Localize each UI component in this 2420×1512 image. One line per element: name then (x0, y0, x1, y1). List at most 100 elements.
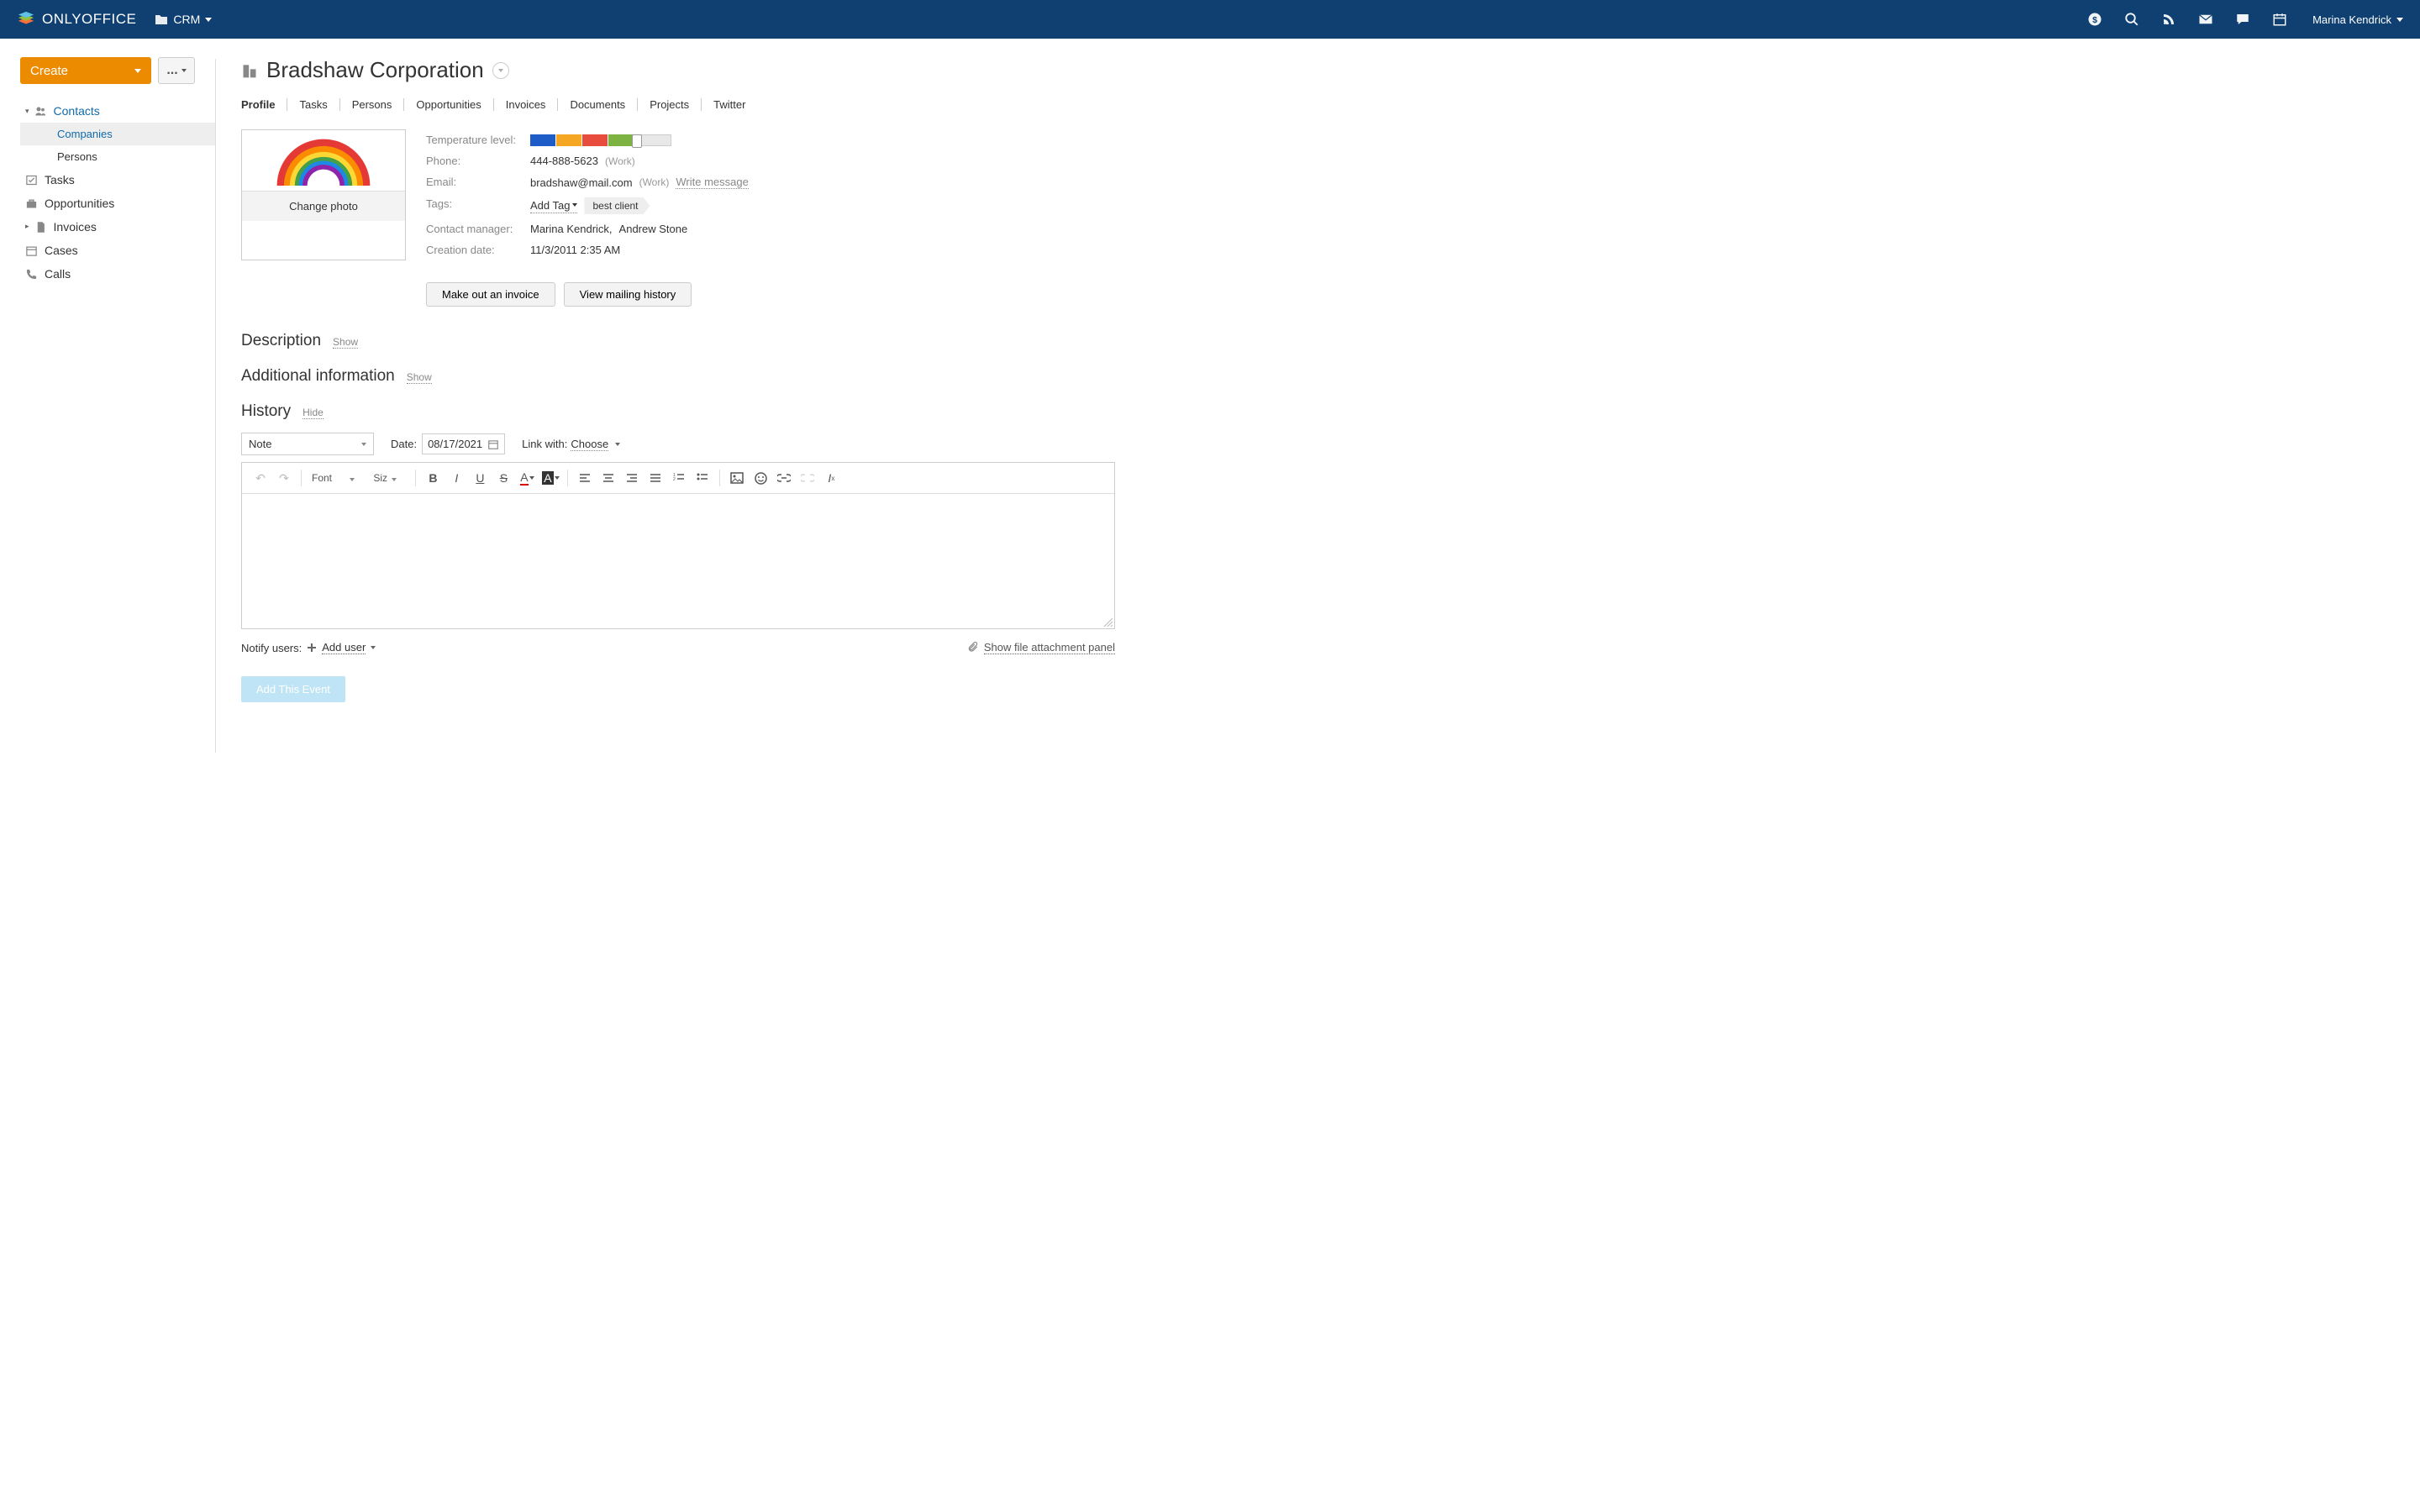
create-button[interactable]: Create (20, 57, 151, 84)
align-right-button[interactable] (622, 468, 642, 488)
tag-chip[interactable]: best client (584, 197, 650, 214)
tasks-icon (25, 174, 38, 186)
history-heading: History (241, 402, 291, 421)
sidebar-item-cases[interactable]: Cases (20, 239, 215, 262)
write-message-link[interactable]: Write message (676, 176, 748, 189)
user-menu[interactable]: Marina Kendrick (2312, 13, 2403, 26)
link-with-choose[interactable]: Choose (571, 438, 608, 451)
link-button[interactable] (774, 468, 794, 488)
chevron-down-icon (572, 203, 577, 207)
font-select[interactable]: Font (308, 470, 366, 486)
event-type-select[interactable]: Note (241, 433, 374, 455)
chevron-down-icon (498, 69, 503, 72)
emoji-button[interactable] (750, 468, 771, 488)
tab-tasks[interactable]: Tasks (287, 98, 339, 111)
align-left-button[interactable] (575, 468, 595, 488)
photo-box: Change photo (241, 129, 406, 260)
unlink-button[interactable] (797, 468, 818, 488)
brand-logo[interactable]: ONLYOFFICE (17, 10, 136, 29)
calendar-icon (25, 244, 38, 257)
numbered-list-button[interactable]: 12 (669, 468, 689, 488)
tab-twitter[interactable]: Twitter (702, 98, 757, 111)
phone-label: Phone: (426, 155, 530, 167)
tags-label: Tags: (426, 197, 530, 214)
sidebar-item-calls[interactable]: Calls (20, 262, 215, 286)
chat-icon[interactable] (2235, 12, 2250, 27)
briefcase-icon (25, 197, 38, 210)
sidebar-item-invoices[interactable]: Invoices (20, 215, 215, 239)
tab-projects[interactable]: Projects (638, 98, 702, 111)
size-select[interactable]: Siz (370, 470, 408, 486)
currency-icon[interactable]: $ (2087, 12, 2102, 27)
strike-button[interactable]: S (493, 468, 513, 488)
page-title: Bradshaw Corporation (266, 57, 484, 83)
phone-value: 444-888-5623 (530, 155, 598, 167)
calendar-icon[interactable] (2272, 12, 2287, 27)
company-photo (242, 130, 405, 191)
bg-color-button[interactable]: A (540, 468, 560, 488)
chevron-down-icon (182, 69, 187, 72)
editor-toolbar: ↶ ↷ Font Siz B I U S A A (242, 463, 1114, 494)
temperature-slider[interactable] (530, 134, 671, 146)
temperature-label: Temperature level: (426, 134, 530, 146)
manager-1: Marina Kendrick, (530, 223, 613, 235)
tab-persons[interactable]: Persons (340, 98, 405, 111)
add-user-link[interactable]: Add user (322, 641, 366, 654)
align-center-button[interactable] (598, 468, 618, 488)
paperclip-icon (967, 642, 979, 654)
chevron-down-icon (205, 18, 212, 22)
onlyoffice-logo-icon (17, 10, 35, 29)
title-actions-dropdown[interactable] (492, 62, 509, 79)
clear-format-button[interactable]: Ix (821, 468, 841, 488)
text-color-button[interactable]: A (517, 468, 537, 488)
editor-textarea[interactable] (242, 494, 1114, 628)
italic-button[interactable]: I (446, 468, 466, 488)
document-icon (34, 221, 47, 234)
profile-tabs: Profile Tasks Persons Opportunities Invo… (241, 98, 1115, 111)
header: ONLYOFFICE CRM $ Marina Kendrick (0, 0, 2420, 39)
search-icon[interactable] (2124, 12, 2139, 27)
manager-2: Andrew Stone (619, 223, 688, 235)
view-mailing-button[interactable]: View mailing history (564, 282, 692, 307)
sidebar-item-opportunities[interactable]: Opportunities (20, 192, 215, 215)
bold-button[interactable]: B (423, 468, 443, 488)
tab-profile[interactable]: Profile (241, 98, 287, 111)
sidebar-item-persons[interactable]: Persons (20, 145, 215, 168)
image-button[interactable] (727, 468, 747, 488)
additional-toggle[interactable]: Show (407, 371, 432, 384)
email-type: (Work) (639, 176, 670, 188)
tab-documents[interactable]: Documents (558, 98, 638, 111)
history-toggle[interactable]: Hide (302, 407, 324, 419)
sidebar-item-tasks[interactable]: Tasks (20, 168, 215, 192)
more-actions-button[interactable]: ... (158, 57, 195, 84)
slider-handle[interactable] (632, 134, 642, 148)
attachment-panel-toggle[interactable]: Show file attachment panel (967, 641, 1115, 654)
change-photo-button[interactable]: Change photo (242, 191, 405, 221)
sidebar-item-contacts[interactable]: Contacts (20, 99, 215, 123)
bullet-list-button[interactable] (692, 468, 713, 488)
sidebar-item-companies[interactable]: Companies (20, 123, 215, 145)
rainbow-image (269, 135, 378, 186)
description-toggle[interactable]: Show (333, 336, 358, 349)
additional-heading: Additional information (241, 367, 395, 386)
underline-button[interactable]: U (470, 468, 490, 488)
mail-icon[interactable] (2198, 12, 2213, 27)
feed-icon[interactable] (2161, 12, 2176, 27)
chevron-down-icon (371, 646, 376, 649)
add-tag-button[interactable]: Add Tag (530, 199, 577, 213)
redo-button[interactable]: ↷ (274, 468, 294, 488)
user-name: Marina Kendrick (2312, 13, 2391, 26)
phone-type: (Work) (605, 155, 635, 167)
description-heading: Description (241, 332, 321, 350)
align-justify-button[interactable] (645, 468, 666, 488)
tab-opportunities[interactable]: Opportunities (404, 98, 493, 111)
tab-invoices[interactable]: Invoices (494, 98, 559, 111)
rich-text-editor: ↶ ↷ Font Siz B I U S A A (241, 462, 1115, 629)
add-event-button[interactable]: Add This Event (241, 676, 345, 702)
resize-handle-icon[interactable] (1102, 617, 1113, 627)
make-invoice-button[interactable]: Make out an invoice (426, 282, 555, 307)
undo-button[interactable]: ↶ (250, 468, 271, 488)
main-content: Bradshaw Corporation Profile Tasks Perso… (216, 39, 1140, 753)
date-input[interactable]: 08/17/2021 (422, 433, 505, 454)
module-selector[interactable]: CRM (155, 13, 212, 26)
